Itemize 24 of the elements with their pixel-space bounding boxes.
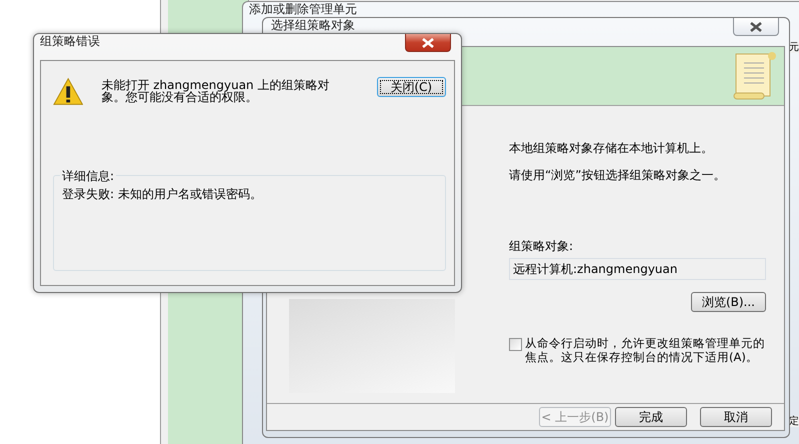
close-button[interactable] — [405, 34, 451, 52]
warning-icon — [53, 77, 84, 107]
gpo-field[interactable]: 远程计算机:zhangmengyuan — [509, 258, 766, 280]
intro-text: 请使用“浏览”按钮选择组策略对象之一。 — [509, 167, 726, 184]
close-button[interactable] — [733, 18, 779, 36]
checkbox[interactable] — [509, 338, 522, 351]
wizard-button[interactable]: 完成 — [615, 407, 687, 427]
dialog-title: 组策略错误 — [40, 35, 100, 48]
close-icon — [422, 38, 434, 48]
intro-text: 本地组策略对象存储在本地计算机上。 — [509, 140, 714, 157]
window-title: 选择组策略对象 — [271, 19, 355, 32]
gpo-label: 组策略对象: — [509, 238, 574, 255]
details-text: 登录失败: 未知的用户名或错误密码。 — [62, 187, 262, 201]
browse-button[interactable]: 浏览(B)... — [690, 292, 766, 312]
details-label: 详细信息: — [60, 168, 116, 185]
checkbox-label: 从命令行启动时，允许更改组策略管理单元的焦点。这只在保存控制台的情况下适用(A)。 — [525, 336, 766, 364]
wizard-button[interactable]: 取消 — [700, 407, 772, 427]
scroll-icon — [732, 51, 778, 101]
window-text: 定 — [789, 416, 799, 427]
close-dialog-button[interactable]: 关闭(C) — [376, 77, 446, 97]
window-title: 添加或删除管理单元 — [249, 3, 357, 16]
window-text: 元 — [789, 42, 799, 53]
error-message: 未能打开 zhangmengyuan 上的组策略对象。您可能没有合适的权限。 — [101, 79, 330, 103]
close-icon — [750, 22, 762, 32]
